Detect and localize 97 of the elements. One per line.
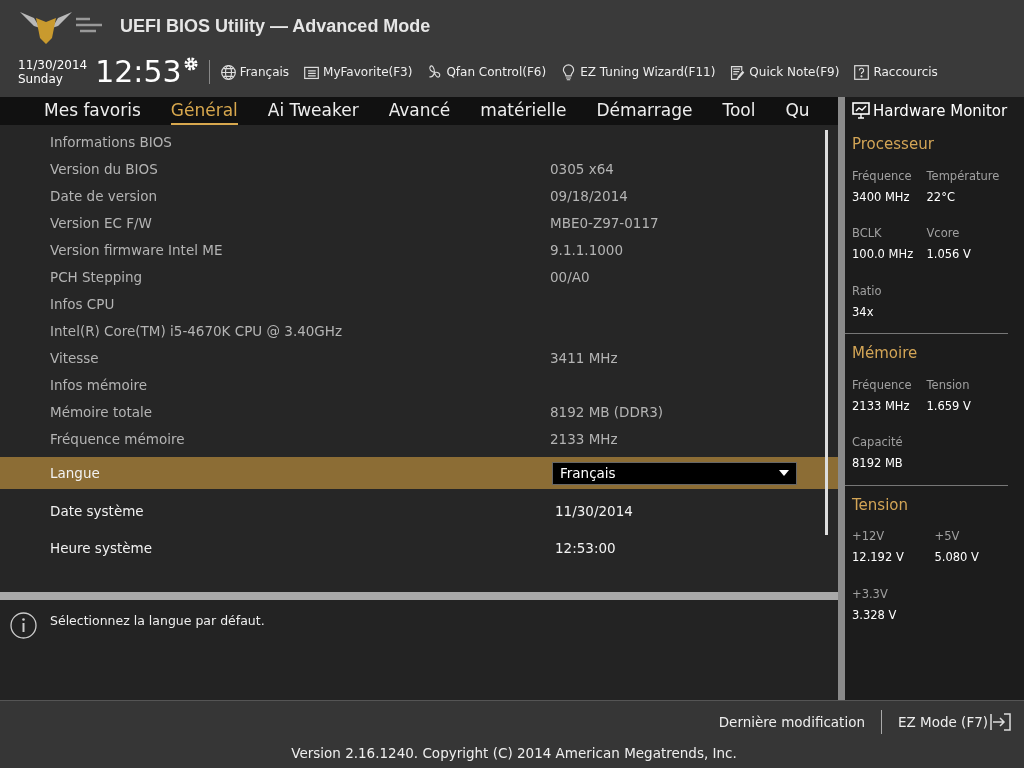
caret-icon: [779, 470, 789, 476]
reading-value: 1.659 V: [926, 397, 972, 415]
scrollbar-thumb[interactable]: [825, 130, 828, 535]
reading-value: 22°C: [926, 188, 956, 206]
setting-value[interactable]: 11/30/2014: [555, 501, 633, 522]
setting-label: Vitesse: [50, 349, 100, 369]
last-modified-button[interactable]: Dernière modification: [718, 711, 865, 733]
setting-value: 0305 x64: [550, 160, 614, 180]
toolbar-button[interactable]: Raccourcis: [853, 63, 938, 81]
reading-label: +3.3V: [852, 585, 889, 603]
section-title: Tension: [852, 494, 909, 516]
setting-row[interactable]: Mémoire totale 8192 MB (DDR3): [0, 399, 838, 426]
setting-label: Infos mémoire: [50, 376, 149, 396]
setting-row[interactable]: Infos mémoire: [0, 372, 838, 399]
setting-label: Infos CPU: [50, 295, 116, 315]
setting-value: 09/18/2014: [550, 187, 628, 207]
setting-label: Intel(R) Core(TM) i5-4670K CPU @ 3.40GHz: [50, 322, 344, 342]
reading-value: 2133 MHz: [852, 397, 911, 415]
setting-value: 00/A0: [550, 268, 590, 288]
setting-label: Version firmware Intel ME: [50, 241, 224, 261]
setting-row[interactable]: Heure système 12:53:00: [0, 530, 838, 567]
setting-value: MBE0-Z97-0117: [550, 214, 659, 234]
setting-label: Fréquence mémoire: [50, 430, 186, 450]
note-pencil-icon: [729, 63, 747, 81]
reading-value: 12.192 V: [852, 549, 905, 567]
toolbar-button[interactable]: EZ Tuning Wizard(F11): [560, 63, 716, 81]
reading-label: Capacité: [852, 434, 904, 451]
help-description: Sélectionnez la langue par défaut.: [50, 612, 265, 630]
reading-value: 34x: [852, 303, 875, 321]
globe-icon: [219, 63, 237, 81]
language-dropdown[interactable]: Français: [552, 461, 797, 485]
monitor-chart-icon: [852, 102, 870, 120]
setting-row[interactable]: Informations BIOS: [0, 129, 838, 156]
menu-tab[interactable]: Démarrage: [596, 99, 693, 125]
help-icon: [853, 63, 871, 81]
setting-label: Date de version: [50, 187, 159, 207]
setting-value: 9.1.1.1000: [550, 241, 623, 261]
setting-row[interactable]: Fréquence mémoire 2133 MHz: [0, 426, 838, 453]
panel-title: Hardware Monitor: [873, 100, 1008, 122]
window-title: UEFI BIOS Utility — Advanced Mode: [120, 14, 431, 38]
section-title: Processeur: [852, 134, 935, 155]
reading-value: 8192 MB: [852, 455, 904, 473]
reading-value: 5.080 V: [934, 549, 980, 567]
setting-label: Informations BIOS: [50, 133, 173, 153]
setting-label: Version du BIOS: [50, 160, 159, 180]
menu-tab[interactable]: Mes favoris: [44, 99, 141, 125]
setting-value: 8192 MB (DDR3): [550, 403, 664, 423]
setting-value[interactable]: 12:53:00: [555, 538, 616, 559]
reading-label: +12V: [852, 528, 886, 545]
clock-time: 12:53: [95, 57, 182, 87]
reading-label: Température: [926, 167, 1001, 185]
reading-label: BCLK: [852, 225, 883, 242]
setting-value: 3411 MHz: [550, 349, 618, 369]
setting-label: Date système: [50, 502, 145, 522]
reading-label: Fréquence: [852, 376, 913, 394]
reading-value: 1.056 V: [926, 246, 972, 264]
setting-row[interactable]: Version firmware Intel ME 9.1.1.1000: [0, 237, 838, 264]
setting-row[interactable]: Intel(R) Core(TM) i5-4670K CPU @ 3.40GHz: [0, 318, 838, 345]
reading-label: +5V: [934, 528, 961, 545]
reading-label: Tension: [926, 376, 971, 394]
menu-tab[interactable]: matérielle: [480, 99, 567, 125]
setting-label: Version EC F/W: [50, 214, 153, 234]
settings-icon[interactable]: [182, 56, 199, 72]
setting-row[interactable]: PCH Stepping 00/A0: [0, 264, 838, 291]
setting-row[interactable]: Infos CPU: [0, 291, 838, 318]
weekday-text: Sunday: [18, 72, 64, 86]
setting-label: Langue: [50, 463, 101, 483]
reading-value: 3.328 V: [852, 606, 898, 624]
setting-row[interactable]: Vitesse 3411 MHz: [0, 345, 838, 372]
toolbar-button[interactable]: Quick Note(F9): [729, 63, 840, 81]
menu-tab[interactable]: Qu: [785, 99, 810, 125]
exit-arrow-icon: [990, 713, 1012, 731]
info-icon: [10, 612, 37, 639]
setting-label: PCH Stepping: [50, 268, 144, 288]
setting-row[interactable]: Version du BIOS 0305 x64: [0, 156, 838, 183]
reading-label: Fréquence: [852, 167, 913, 185]
reading-value: 3400 MHz: [852, 188, 911, 206]
toolbar-button[interactable]: MyFavorite(F3): [303, 63, 413, 81]
reading-label: Ratio: [852, 282, 883, 300]
setting-label: Mémoire totale: [50, 403, 154, 423]
menu-tab[interactable]: Ai Tweaker: [267, 99, 359, 125]
reading-value: 100.0 MHz: [852, 246, 915, 264]
selected-setting-row[interactable]: Langue Français: [0, 457, 838, 489]
section-title: Mémoire: [852, 343, 919, 364]
setting-row[interactable]: Date système 11/30/2014: [0, 493, 838, 530]
menu-tab[interactable]: Tool: [722, 99, 756, 125]
toolbar-button[interactable]: Français: [219, 63, 290, 81]
date-text: 11/30/2014: [18, 58, 88, 72]
copyright-text: Version 2.16.1240. Copyright (C) 2014 American Megatrends, Inc.: [290, 744, 738, 763]
toolbar-button[interactable]: Qfan Control(F6): [426, 63, 547, 81]
ez-mode-button[interactable]: EZ Mode (F7): [897, 711, 1012, 733]
reading-label: Vcore: [926, 225, 961, 242]
setting-row[interactable]: Version EC F/W MBE0-Z97-0117: [0, 210, 838, 237]
setting-label: Heure système: [50, 539, 153, 559]
setting-row[interactable]: Date de version 09/18/2014: [0, 183, 838, 210]
setting-value: 2133 MHz: [550, 430, 618, 450]
menu-tab[interactable]: Avancé: [388, 99, 451, 125]
